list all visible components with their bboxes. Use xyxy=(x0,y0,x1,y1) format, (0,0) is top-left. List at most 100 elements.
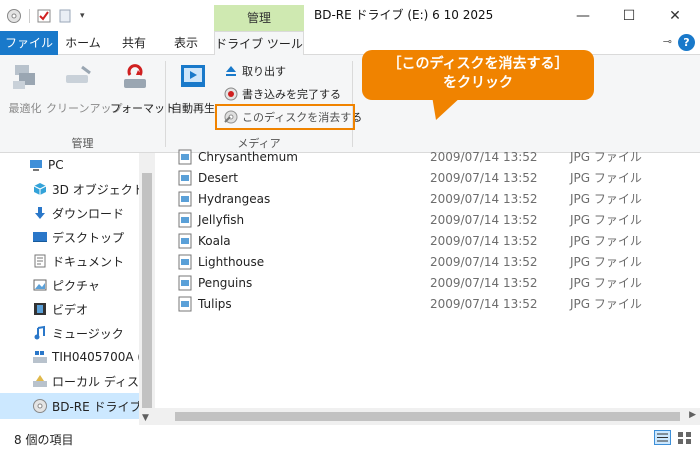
file-type: JPG ファイル xyxy=(570,213,642,227)
local-disk-icon xyxy=(33,375,47,387)
finish-burning-label: 書き込みを完了する xyxy=(242,88,341,101)
tab-file[interactable]: ファイル xyxy=(0,31,58,55)
jpg-file-icon xyxy=(178,254,192,269)
file-type: JPG ファイル xyxy=(570,171,642,185)
file-row[interactable]: Desert 2009/07/14 13:52 JPG ファイル xyxy=(178,167,698,188)
file-date: 2009/07/14 13:52 xyxy=(430,212,538,227)
context-tab-manage[interactable]: 管理 xyxy=(214,5,304,31)
documents-icon xyxy=(34,254,46,268)
file-row[interactable]: Chrysanthemum 2009/07/14 13:52 JPG ファイル xyxy=(178,146,698,167)
finish-burning-button[interactable]: 書き込みを完了する xyxy=(224,84,341,104)
nav-item-documents[interactable]: ドキュメント xyxy=(0,249,140,273)
tab-drive-tools[interactable]: ドライブ ツール xyxy=(214,31,304,56)
nav-item-label: PC xyxy=(48,158,64,172)
tab-share[interactable]: 共有 xyxy=(110,31,158,55)
nav-item-label: ピクチャ xyxy=(52,278,100,293)
nav-item-local-disk[interactable]: ローカル ディスク (D xyxy=(0,369,140,393)
nav-item-label: ミュージック xyxy=(52,326,124,341)
jpg-file-icon xyxy=(178,191,192,206)
qa-separator xyxy=(29,9,30,23)
jpg-file-icon xyxy=(178,212,192,227)
maximize-button[interactable]: ☐ xyxy=(606,0,652,31)
status-bar: 8 個の項目 xyxy=(0,425,700,450)
tab-home[interactable]: ホーム xyxy=(58,31,108,55)
file-row[interactable]: Lighthouse 2009/07/14 13:52 JPG ファイル xyxy=(178,251,698,272)
nav-item-bd-drive[interactable]: BD-RE ドライブ (E: xyxy=(0,393,140,419)
nav-item-desktop[interactable]: デスクトップ xyxy=(0,225,140,249)
scroll-right-arrow-icon[interactable]: ▶ xyxy=(689,410,696,420)
file-date: 2009/07/14 13:52 xyxy=(430,170,538,185)
autoplay-label: 自動再生 xyxy=(171,102,215,115)
file-date: 2009/07/14 13:52 xyxy=(430,254,538,269)
optimize-button[interactable]: 最適化 xyxy=(5,61,45,116)
pictures-icon xyxy=(33,279,47,291)
group-label-manage: 管理 xyxy=(71,137,94,150)
file-row[interactable]: Hydrangeas 2009/07/14 13:52 JPG ファイル xyxy=(178,188,698,209)
file-date: 2009/07/14 13:52 xyxy=(430,275,538,290)
autoplay-button[interactable]: 自動再生 xyxy=(170,61,216,116)
large-icons-view-icon[interactable] xyxy=(676,430,693,445)
file-row[interactable]: Penguins 2009/07/14 13:52 JPG ファイル xyxy=(178,272,698,293)
nav-item-pc[interactable]: PC xyxy=(0,153,140,177)
scroll-down-arrow-icon[interactable]: ▼ xyxy=(142,413,149,423)
nav-item-label: 3D オブジェクト xyxy=(52,182,140,197)
nav-item-videos[interactable]: ビデオ xyxy=(0,297,140,321)
nav-item-label: ダウンロード xyxy=(52,206,125,221)
file-row[interactable]: Koala 2009/07/14 13:52 JPG ファイル xyxy=(178,230,698,251)
erase-disc-highlight xyxy=(215,104,355,130)
quick-access-toolbar: ▾ xyxy=(6,6,85,26)
pin-ribbon-icon[interactable]: ⊸ xyxy=(663,35,672,48)
jpg-file-icon xyxy=(178,149,192,164)
finish-burning-icon xyxy=(224,87,238,101)
cleanup-label: クリーンアップ xyxy=(46,102,123,115)
details-view-icon[interactable] xyxy=(654,430,671,445)
nav-item-3d-objects[interactable]: 3D オブジェクト xyxy=(0,177,140,201)
hscroll-thumb[interactable] xyxy=(175,412,680,421)
music-icon xyxy=(34,325,45,340)
cleanup-icon xyxy=(66,65,91,83)
file-name: Desert xyxy=(198,170,238,185)
3d-objects-icon xyxy=(33,183,47,195)
nav-item-downloads[interactable]: ダウンロード xyxy=(0,201,140,225)
file-list-horizontal-scrollbar[interactable]: ▶ xyxy=(155,408,700,425)
file-name: Hydrangeas xyxy=(198,191,271,206)
file-name: Jellyfish xyxy=(198,212,245,227)
file-name: Tulips xyxy=(198,296,232,311)
item-count: 8 個の項目 xyxy=(14,433,74,447)
jpg-file-icon xyxy=(178,275,192,290)
file-name: Koala xyxy=(198,233,231,248)
title-bar: ▾ 管理 BD-RE ドライブ (E:) 6 10 2025 — ☐ ✕ xyxy=(0,0,700,31)
help-button[interactable]: ? xyxy=(678,34,695,51)
file-type: JPG ファイル xyxy=(570,234,642,248)
close-button[interactable]: ✕ xyxy=(652,0,698,31)
format-button[interactable]: フォーマット xyxy=(110,61,176,116)
navigation-pane: PC 3D オブジェクト ダウンロード デスクトップ ドキュメント ピクチャ ビ… xyxy=(0,153,155,425)
desktop-icon xyxy=(33,232,47,242)
jpg-file-icon xyxy=(178,233,192,248)
nav-item-system-drive[interactable]: TIH0405700A (C: xyxy=(0,345,140,369)
file-row[interactable]: Jellyfish 2009/07/14 13:52 JPG ファイル xyxy=(178,209,698,230)
properties-icon[interactable] xyxy=(36,8,52,24)
minimize-button[interactable]: — xyxy=(560,0,606,31)
ribbon-tab-row: ファイル ホーム 共有 表示 ドライブ ツール ⊸ ? xyxy=(0,31,700,56)
new-folder-icon[interactable] xyxy=(57,8,73,24)
nav-item-pictures[interactable]: ピクチャ xyxy=(0,273,140,297)
format-label: フォーマット xyxy=(110,102,176,115)
file-name: Chrysanthemum xyxy=(198,149,298,164)
cleanup-button[interactable]: クリーンアップ xyxy=(46,61,123,116)
file-row[interactable]: Tulips 2009/07/14 13:52 JPG ファイル xyxy=(178,293,698,314)
pc-icon xyxy=(30,160,42,171)
eject-button[interactable]: 取り出す xyxy=(224,61,286,81)
drive-app-icon[interactable] xyxy=(6,8,22,24)
eject-icon xyxy=(226,66,236,76)
customize-qa-chevron-icon[interactable]: ▾ xyxy=(80,11,85,21)
tab-view[interactable]: 表示 xyxy=(160,31,212,55)
callout-line-2: をクリック xyxy=(443,75,513,91)
window-title: BD-RE ドライブ (E:) 6 10 2025 xyxy=(314,8,494,22)
nav-item-music[interactable]: ミュージック xyxy=(0,321,140,345)
system-drive-icon xyxy=(33,351,47,363)
file-type: JPG ファイル xyxy=(570,255,642,269)
nav-scrollbar-thumb[interactable] xyxy=(142,173,152,408)
nav-vertical-scrollbar[interactable]: ▼ xyxy=(139,153,155,425)
file-type: JPG ファイル xyxy=(570,192,642,206)
